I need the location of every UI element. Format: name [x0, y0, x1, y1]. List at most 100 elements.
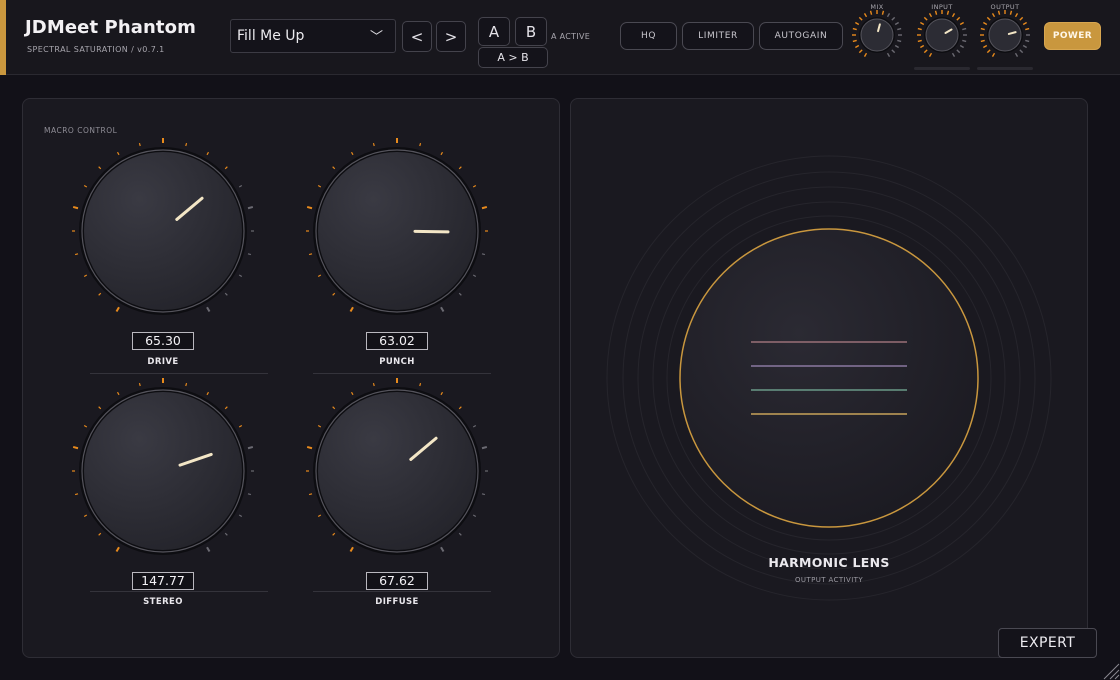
- next-preset-button[interactable]: >: [436, 21, 466, 52]
- preset-select[interactable]: Fill Me Up ﹀: [230, 19, 396, 53]
- punch-knob[interactable]: [302, 136, 492, 326]
- knob-tick: [440, 151, 444, 156]
- mix-knob[interactable]: [850, 8, 904, 62]
- knob-tick: [306, 205, 313, 210]
- knob-tick: [138, 382, 141, 387]
- a-slot-button[interactable]: A: [478, 17, 510, 46]
- knob-tick: [185, 382, 188, 387]
- b-slot-button[interactable]: B: [515, 17, 547, 46]
- stereo-knob[interactable]: [68, 376, 258, 566]
- knob-tick: [206, 546, 211, 553]
- knob-tick: [247, 493, 252, 496]
- ab-active-status: A ACTIVE: [551, 32, 591, 41]
- copy-a-to-b-button[interactable]: A > B: [478, 47, 548, 68]
- lens-circle: [679, 228, 979, 528]
- knob-tick: [238, 424, 243, 428]
- lens-title: HARMONIC LENS: [768, 555, 890, 570]
- mini-knob-tick: [897, 27, 902, 31]
- output-meter: [977, 67, 1033, 70]
- macro-section-label: MACRO CONTROL: [44, 126, 118, 135]
- diffuse-knob[interactable]: [302, 376, 492, 566]
- mini-knob-tick: [886, 52, 891, 58]
- mini-knob-tick: [1014, 12, 1019, 18]
- mini-knob-tick: [991, 12, 996, 18]
- mini-knob-tick: [894, 21, 900, 26]
- mini-knob-tick: [991, 52, 996, 58]
- stereo-label: STEREO: [143, 597, 183, 607]
- preset-name: Fill Me Up: [237, 28, 305, 44]
- app-subtitle: SPECTRAL SATURATION / v0.7.1: [27, 45, 165, 54]
- knob-tick: [224, 532, 228, 536]
- knob-tick: [247, 253, 252, 256]
- mini-knob-tick: [863, 52, 868, 58]
- knob-tick: [419, 382, 422, 387]
- mini-knob-tick: [928, 12, 933, 18]
- mini-knob-tick: [962, 27, 967, 31]
- expert-button[interactable]: EXPERT: [998, 628, 1097, 658]
- knob-tick: [481, 253, 486, 256]
- diffuse-value-field[interactable]: 67.62: [366, 572, 428, 590]
- knob-tick: [332, 166, 336, 170]
- knob-tick: [350, 151, 354, 156]
- knob-tick: [481, 493, 486, 496]
- mini-knob-tick: [986, 49, 991, 54]
- drive-value-field[interactable]: 65.30: [132, 332, 194, 350]
- knob-tick: [372, 382, 375, 387]
- knob-tick: [317, 514, 322, 518]
- mini-knob-tick: [919, 21, 925, 26]
- mini-knob-tick: [1025, 27, 1030, 31]
- knob-tick: [115, 306, 120, 313]
- stereo-value-field[interactable]: 147.77: [132, 572, 194, 590]
- knob-tick: [458, 406, 462, 410]
- knob-tick: [472, 424, 477, 428]
- knob-tick: [83, 274, 88, 278]
- mini-knob-tick: [962, 39, 967, 43]
- knob-tick: [83, 424, 88, 428]
- knob-tick: [238, 274, 243, 278]
- mini-knob-tick: [928, 52, 933, 58]
- app-title: JDMeet Phantom: [25, 17, 196, 38]
- drive-label: DRIVE: [147, 357, 179, 367]
- knob-tick: [458, 166, 462, 170]
- knob-tick: [458, 532, 462, 536]
- hq-toggle[interactable]: HQ: [620, 22, 677, 50]
- knob-tick: [74, 493, 79, 496]
- drive-knob[interactable]: [68, 136, 258, 326]
- knob-pointer: [413, 229, 450, 234]
- power-button[interactable]: POWER: [1044, 22, 1101, 50]
- mini-knob-tick: [852, 27, 857, 31]
- input-knob[interactable]: [915, 8, 969, 62]
- mini-knob-tick: [1009, 10, 1013, 15]
- mini-knob-tick: [854, 21, 860, 26]
- knob-tick: [332, 292, 336, 296]
- divider: [313, 591, 491, 592]
- knob-tick: [206, 306, 211, 313]
- harmonic-lens-visualizer: [606, 155, 1052, 601]
- output-knob[interactable]: [978, 8, 1032, 62]
- knob-tick: [317, 424, 322, 428]
- knob-tick: [481, 445, 488, 450]
- mini-knob-tick: [997, 10, 1001, 15]
- mini-knob-tick: [897, 39, 902, 43]
- mini-knob-tick: [1014, 52, 1019, 58]
- punch-value-field[interactable]: 63.02: [366, 332, 428, 350]
- resize-grip-icon[interactable]: [1100, 660, 1120, 680]
- limiter-toggle[interactable]: LIMITER: [682, 22, 754, 50]
- mini-knob-tick: [917, 27, 922, 31]
- knob-tick: [238, 514, 243, 518]
- knob-tick: [308, 253, 313, 256]
- input-meter: [914, 67, 970, 70]
- knob-body: [318, 392, 476, 550]
- prev-preset-button[interactable]: <: [402, 21, 432, 52]
- mini-knob-tick: [956, 49, 961, 54]
- knob-body: [84, 152, 242, 310]
- knob-tick: [308, 493, 313, 496]
- knob-tick: [247, 205, 254, 210]
- knob-body: [318, 152, 476, 310]
- autogain-toggle[interactable]: AUTOGAIN: [759, 22, 843, 50]
- mini-knob-tick: [894, 44, 900, 49]
- knob-tick: [440, 306, 445, 313]
- knob-tick: [458, 292, 462, 296]
- knob-tick: [472, 184, 477, 188]
- mini-knob-tick: [1019, 16, 1024, 21]
